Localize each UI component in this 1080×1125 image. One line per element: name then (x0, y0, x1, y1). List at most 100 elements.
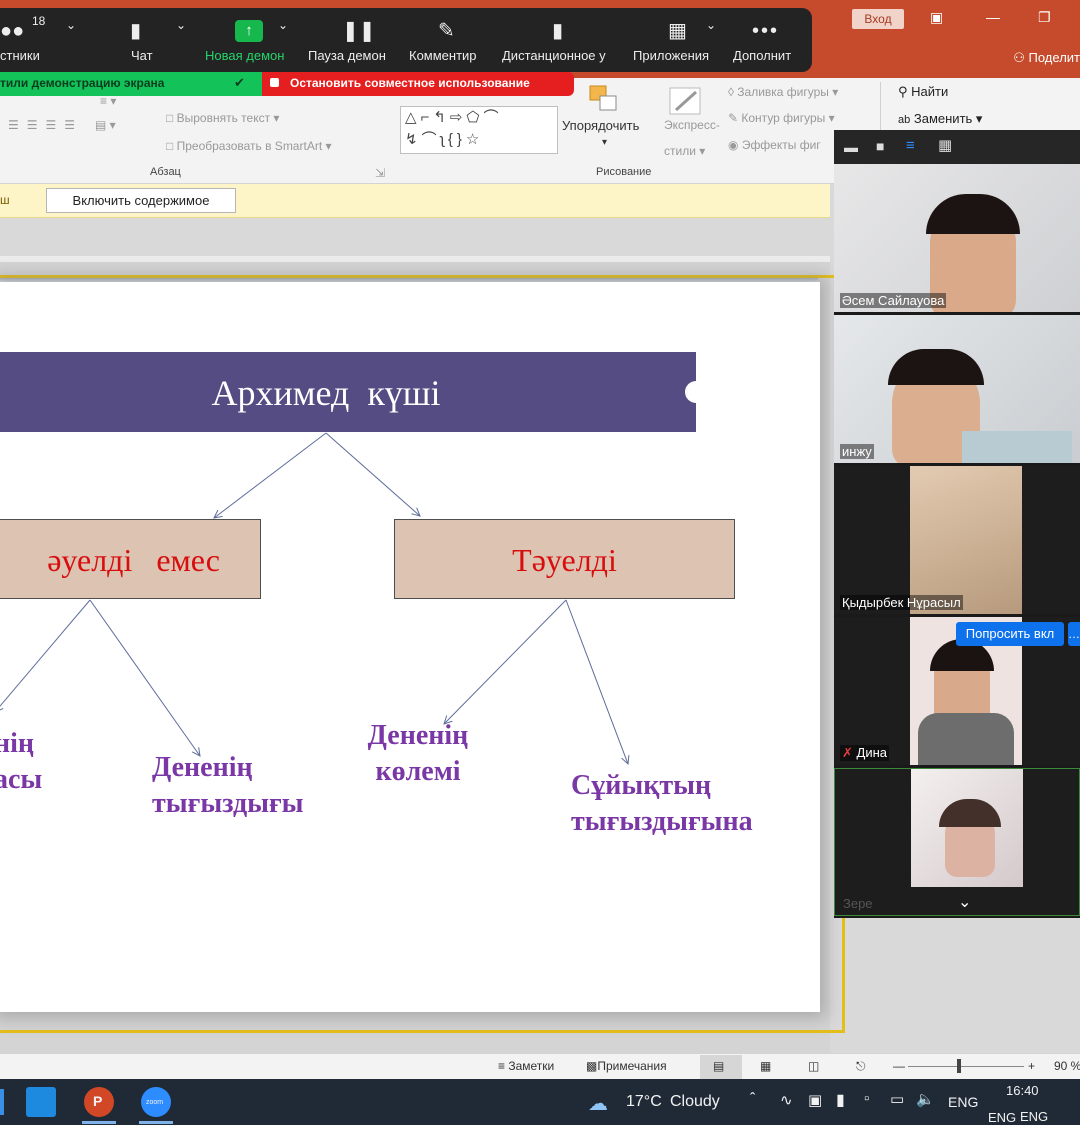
zoom-app-label-icon: zoom (146, 1099, 164, 1106)
gallery-grid-icon[interactable]: ▦ (938, 136, 952, 154)
shapes-gallery[interactable]: △⌐↰⇨⬠⌒ ↯⌒ʅ{}☆ (400, 106, 558, 154)
cloud-icon: ☁ (588, 1093, 608, 1115)
replace-icon: ab (898, 114, 911, 126)
shape-effects-button[interactable]: ◉ Эффекты фиг (728, 138, 821, 152)
scroll-down-chevron-icon[interactable]: ⌄ (958, 892, 971, 912)
participant-name: Қыдырбек Нұрасыл (840, 595, 963, 610)
onedrive-icon[interactable]: ▣ (808, 1091, 822, 1109)
leaf-1-line2: асы (0, 764, 43, 795)
pencil-icon: ✎ (438, 20, 455, 42)
new-share-icon: ↑ (235, 20, 263, 42)
participant-tile[interactable]: Зере (834, 768, 1080, 916)
slide-canvas-top (0, 218, 830, 262)
remote-control-button[interactable]: Дистанционное у (502, 48, 606, 63)
more-icon: ••• (752, 20, 780, 42)
apps-button[interactable]: Приложения (633, 48, 709, 63)
participant-name: Зере (843, 896, 873, 911)
maximize-icon[interactable]: ❐ (1038, 9, 1051, 26)
person-icon: ⚇ (1013, 50, 1025, 65)
mail-app-icon[interactable] (26, 1087, 56, 1117)
share-button[interactable]: ⚇ Поделит (1013, 50, 1080, 66)
taskbar-edge (0, 1089, 4, 1115)
stop-share-button[interactable]: Остановить совместное использование (262, 72, 574, 96)
pause-share-button[interactable]: Пауза демон (308, 48, 386, 63)
microphone-icon[interactable]: ▮ (836, 1090, 845, 1110)
meet-now-icon[interactable]: ▫ (864, 1090, 869, 1107)
participants-button[interactable]: стники (0, 48, 40, 63)
participant-clothing (918, 713, 1014, 765)
input-language-3[interactable]: ENG (1020, 1109, 1048, 1124)
zoom-level[interactable]: 90 % (1054, 1059, 1080, 1073)
zoom-out-button[interactable]: — (893, 1059, 905, 1073)
comments-button[interactable]: ▩Примечания (586, 1059, 667, 1073)
align-text-button[interactable]: □ Выровнять текст ▾ (166, 111, 279, 125)
leaf-3-line2: көлемі (375, 756, 461, 787)
speaker-view-icon[interactable]: ■ (876, 138, 884, 154)
shape-outline-button[interactable]: ✎ Контур фигуры ▾ (728, 111, 835, 125)
arrow-to-leaf-4 (565, 599, 628, 764)
arrow-to-leaf-1 (0, 599, 91, 712)
quick-styles-icon (669, 87, 701, 115)
convert-smartart-button[interactable]: □ Преобразовать в SmartArt ▾ (166, 139, 332, 153)
battery-icon[interactable]: ▭ (890, 1090, 904, 1108)
weather-temp[interactable]: 17°C (626, 1093, 662, 1111)
new-share-button[interactable]: Новая демон (205, 48, 284, 63)
find-button[interactable]: ⚲ Найти (898, 84, 948, 100)
slideshow-icon[interactable]: ⎋ (856, 1059, 866, 1074)
zoom-active-indicator (139, 1121, 173, 1124)
new-share-chevron-icon[interactable]: ⌄ (278, 18, 288, 32)
participants-chevron-icon[interactable]: ⌄ (66, 18, 76, 32)
sign-in-button[interactable]: Вход (852, 9, 904, 29)
paragraph-align-icons[interactable]: ☰☰☰☰ (8, 118, 83, 132)
chat-chevron-icon[interactable]: ⌄ (176, 18, 186, 32)
speaker-icon[interactable]: 🔈 (916, 1090, 935, 1108)
input-language[interactable]: ENG (948, 1094, 978, 1110)
input-language-2[interactable]: ENG (988, 1110, 1016, 1125)
zoom-slider-track[interactable] (908, 1066, 1024, 1067)
more-button[interactable]: Дополнит (733, 48, 791, 63)
columns-icon[interactable]: ▤ ▾ (95, 118, 116, 132)
clock-time[interactable]: 16:40 (1006, 1083, 1039, 1098)
replace-button[interactable]: ab Заменить ▾ (898, 111, 982, 127)
minimize-video-icon[interactable]: ▬ (844, 139, 858, 155)
participant-name: Әсем Сайлауова (840, 293, 947, 308)
zoom-in-button[interactable]: + (1028, 1059, 1035, 1073)
dialog-launcher-icon[interactable]: ⇲ (375, 166, 385, 180)
minimize-icon[interactable]: — (986, 9, 1000, 25)
zoom-slider-thumb[interactable] (957, 1059, 961, 1073)
quick-styles-button[interactable]: Экспресс- (664, 118, 720, 132)
wifi-icon[interactable]: ∿ (780, 1091, 793, 1109)
notes-button[interactable]: ≡ Заметки (498, 1059, 554, 1073)
taskbar: P zoom ☁ 17°C Cloudy ˆ ∿ ▣ ▮ ▫ ▭ 🔈 ENG 1… (0, 1079, 1080, 1125)
apps-chevron-icon[interactable]: ⌄ (706, 18, 716, 32)
drawing-group-label: Рисование (596, 166, 652, 178)
shape-fill-button[interactable]: ◊ Заливка фигуры ▾ (728, 85, 838, 99)
slide[interactable]: Архимед күші әуелді емес Тәуелді нің асы… (0, 282, 820, 1012)
zoom-gallery-panel: ▬ ■ ≡ ▦ Әсем Сайлауова инжу Қыдырбек Нұр… (834, 130, 1080, 918)
strip-view-icon[interactable]: ≡ (906, 137, 915, 154)
sharing-status-banner: тили демонстрацию экрана ✔ (0, 72, 262, 96)
participant-more-button[interactable]: … (1068, 622, 1080, 646)
chat-button[interactable]: Чат (131, 48, 153, 63)
participant-tile[interactable]: Қыдырбек Нұрасыл (834, 466, 1080, 614)
reading-view-icon[interactable]: ◫ (808, 1059, 819, 1073)
stop-share-label: Остановить совместное использование (290, 76, 530, 90)
ask-to-unmute-button[interactable]: Попросить вкл (956, 622, 1064, 646)
sharing-status-text: тили демонстрацию экрана (0, 76, 165, 90)
line-spacing-icon[interactable]: ≡ ▾ (100, 94, 116, 108)
participant-tile[interactable]: Әсем Сайлауова (834, 164, 1080, 312)
enable-content-button[interactable]: Включить содержимое (46, 188, 236, 213)
quick-styles-button-line2[interactable]: стили ▾ (664, 144, 705, 158)
participant-tile[interactable]: инжу (834, 315, 1080, 463)
arrange-button[interactable]: Упорядочить ▾ (562, 118, 639, 148)
zoom-share-toolbar: ●● 18 ⌄ стники ▮ ⌄ Чат ↑ ⌄ Новая демон ❚… (0, 8, 812, 72)
leaf-2: Дененің тығыздығы (152, 750, 304, 822)
annotate-button[interactable]: Комментир (409, 48, 477, 63)
slide-sorter-icon[interactable]: ▦ (760, 1059, 771, 1073)
chevron-up-icon[interactable]: ˆ (750, 1091, 755, 1109)
weather-text[interactable]: Cloudy (670, 1093, 720, 1111)
right-category-text: Тәуелді (512, 542, 617, 578)
arrow-to-leaf-3 (444, 599, 567, 724)
leaf-1-line1: нің (0, 728, 35, 759)
ribbon-display-icon[interactable]: ▣ (930, 9, 943, 26)
